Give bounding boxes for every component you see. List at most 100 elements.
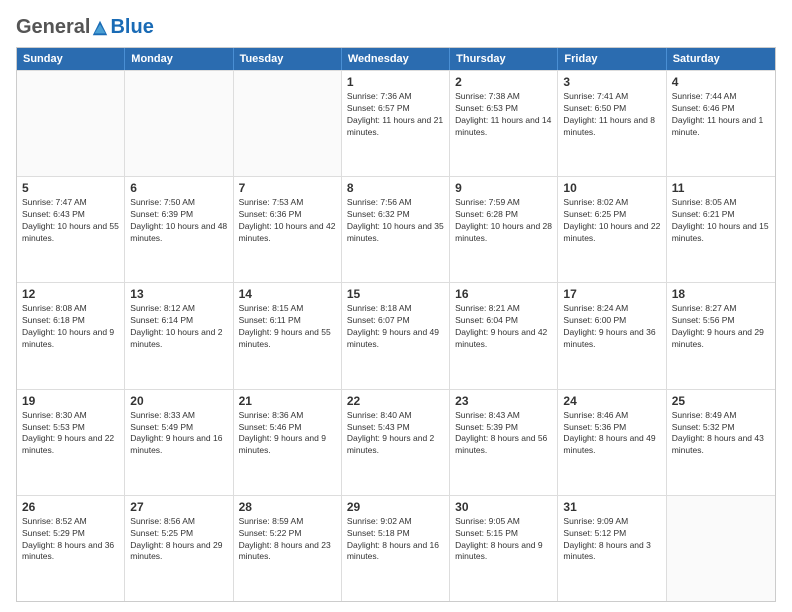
day-cell-1: 1 Sunrise: 7:36 AMSunset: 6:57 PMDaylight… [342, 71, 450, 176]
cell-info: Sunrise: 8:27 AMSunset: 5:56 PMDaylight:… [672, 303, 770, 351]
day-number: 26 [22, 500, 119, 514]
day-cell-25: 25 Sunrise: 8:49 AMSunset: 5:32 PMDayligh… [667, 390, 775, 495]
cell-info: Sunrise: 8:52 AMSunset: 5:29 PMDaylight:… [22, 516, 119, 564]
day-cell-27: 27 Sunrise: 8:56 AMSunset: 5:25 PMDayligh… [125, 496, 233, 601]
day-number: 30 [455, 500, 552, 514]
calendar-body: 1 Sunrise: 7:36 AMSunset: 6:57 PMDaylight… [17, 70, 775, 601]
weekday-header-wednesday: Wednesday [342, 48, 450, 70]
weekday-header-friday: Friday [558, 48, 666, 70]
logo: General Blue [16, 16, 154, 39]
day-cell-21: 21 Sunrise: 8:36 AMSunset: 5:46 PMDayligh… [234, 390, 342, 495]
day-cell-3: 3Sunrise: 7:41 AMSunset: 6:50 PMDaylight… [558, 71, 666, 176]
day-cell-31: 31 Sunrise: 9:09 AMSunset: 5:12 PMDayligh… [558, 496, 666, 601]
empty-cell [125, 71, 233, 176]
day-number: 12 [22, 287, 119, 301]
day-cell-16: 16Sunrise: 8:21 AMSunset: 6:04 PMDayligh… [450, 283, 558, 388]
cell-info: Sunrise: 8:30 AMSunset: 5:53 PMDaylight:… [22, 410, 119, 458]
day-cell-5: 5 Sunrise: 7:47 AMSunset: 6:43 PMDaylight… [17, 177, 125, 282]
day-cell-6: 6 Sunrise: 7:50 AMSunset: 6:39 PMDaylight… [125, 177, 233, 282]
calendar-row-2: 12 Sunrise: 8:08 AMSunset: 6:18 PMDayligh… [17, 282, 775, 388]
header: General Blue [16, 16, 776, 39]
logo-icon [91, 19, 109, 37]
day-number: 22 [347, 394, 444, 408]
day-number: 7 [239, 181, 336, 195]
calendar-row-1: 5 Sunrise: 7:47 AMSunset: 6:43 PMDaylight… [17, 176, 775, 282]
cell-info: Sunrise: 8:02 AMSunset: 6:25 PMDaylight:… [563, 197, 660, 245]
day-number: 1 [347, 75, 444, 89]
calendar: SundayMondayTuesdayWednesdayThursdayFrid… [16, 47, 776, 602]
logo-general-text: General [16, 16, 90, 39]
weekday-header-monday: Monday [125, 48, 233, 70]
day-cell-23: 23Sunrise: 8:43 AMSunset: 5:39 PMDayligh… [450, 390, 558, 495]
day-number: 6 [130, 181, 227, 195]
day-cell-24: 24 Sunrise: 8:46 AMSunset: 5:36 PMDayligh… [558, 390, 666, 495]
day-number: 21 [239, 394, 336, 408]
cell-info: Sunrise: 7:47 AMSunset: 6:43 PMDaylight:… [22, 197, 119, 245]
calendar-row-3: 19 Sunrise: 8:30 AMSunset: 5:53 PMDayligh… [17, 389, 775, 495]
day-cell-22: 22 Sunrise: 8:40 AMSunset: 5:43 PMDayligh… [342, 390, 450, 495]
day-cell-14: 14 Sunrise: 8:15 AMSunset: 6:11 PMDayligh… [234, 283, 342, 388]
day-cell-7: 7 Sunrise: 7:53 AMSunset: 6:36 PMDaylight… [234, 177, 342, 282]
day-number: 17 [563, 287, 660, 301]
day-cell-19: 19 Sunrise: 8:30 AMSunset: 5:53 PMDayligh… [17, 390, 125, 495]
day-number: 13 [130, 287, 227, 301]
day-number: 5 [22, 181, 119, 195]
cell-info: Sunrise: 8:24 AMSunset: 6:00 PMDaylight:… [563, 303, 660, 351]
cell-info: Sunrise: 8:46 AMSunset: 5:36 PMDaylight:… [563, 410, 660, 458]
day-number: 10 [563, 181, 660, 195]
day-number: 19 [22, 394, 119, 408]
day-cell-9: 9Sunrise: 7:59 AMSunset: 6:28 PMDaylight… [450, 177, 558, 282]
cell-info: Sunrise: 7:44 AMSunset: 6:46 PMDaylight:… [672, 91, 770, 139]
weekday-header-saturday: Saturday [667, 48, 775, 70]
cell-info: Sunrise: 8:05 AMSunset: 6:21 PMDaylight:… [672, 197, 770, 245]
cell-info: Sunrise: 7:41 AMSunset: 6:50 PMDaylight:… [563, 91, 660, 139]
cell-info: Sunrise: 7:59 AMSunset: 6:28 PMDaylight:… [455, 197, 552, 245]
day-number: 29 [347, 500, 444, 514]
cell-info: Sunrise: 7:36 AMSunset: 6:57 PMDaylight:… [347, 91, 444, 139]
cell-info: Sunrise: 8:18 AMSunset: 6:07 PMDaylight:… [347, 303, 444, 351]
cell-info: Sunrise: 8:59 AMSunset: 5:22 PMDaylight:… [239, 516, 336, 564]
cell-info: Sunrise: 7:38 AMSunset: 6:53 PMDaylight:… [455, 91, 552, 139]
day-number: 27 [130, 500, 227, 514]
cell-info: Sunrise: 8:56 AMSunset: 5:25 PMDaylight:… [130, 516, 227, 564]
day-cell-4: 4 Sunrise: 7:44 AMSunset: 6:46 PMDaylight… [667, 71, 775, 176]
day-number: 25 [672, 394, 770, 408]
day-cell-8: 8 Sunrise: 7:56 AMSunset: 6:32 PMDaylight… [342, 177, 450, 282]
page: General Blue SundayMondayTuesdayWednesda… [0, 0, 792, 612]
day-number: 24 [563, 394, 660, 408]
day-cell-18: 18Sunrise: 8:27 AMSunset: 5:56 PMDayligh… [667, 283, 775, 388]
cell-info: Sunrise: 7:56 AMSunset: 6:32 PMDaylight:… [347, 197, 444, 245]
weekday-header-sunday: Sunday [17, 48, 125, 70]
weekday-header-tuesday: Tuesday [234, 48, 342, 70]
cell-info: Sunrise: 9:02 AMSunset: 5:18 PMDaylight:… [347, 516, 444, 564]
day-cell-29: 29 Sunrise: 9:02 AMSunset: 5:18 PMDayligh… [342, 496, 450, 601]
day-cell-30: 30 Sunrise: 9:05 AMSunset: 5:15 PMDayligh… [450, 496, 558, 601]
cell-info: Sunrise: 8:49 AMSunset: 5:32 PMDaylight:… [672, 410, 770, 458]
cell-info: Sunrise: 8:08 AMSunset: 6:18 PMDaylight:… [22, 303, 119, 351]
cell-info: Sunrise: 8:33 AMSunset: 5:49 PMDaylight:… [130, 410, 227, 458]
day-cell-11: 11Sunrise: 8:05 AMSunset: 6:21 PMDayligh… [667, 177, 775, 282]
logo-blue-text: Blue [110, 16, 153, 39]
cell-info: Sunrise: 8:12 AMSunset: 6:14 PMDaylight:… [130, 303, 227, 351]
day-number: 20 [130, 394, 227, 408]
day-number: 31 [563, 500, 660, 514]
empty-cell [234, 71, 342, 176]
day-number: 14 [239, 287, 336, 301]
cell-info: Sunrise: 8:36 AMSunset: 5:46 PMDaylight:… [239, 410, 336, 458]
day-cell-17: 17 Sunrise: 8:24 AMSunset: 6:00 PMDayligh… [558, 283, 666, 388]
calendar-row-0: 1 Sunrise: 7:36 AMSunset: 6:57 PMDaylight… [17, 70, 775, 176]
weekday-header-thursday: Thursday [450, 48, 558, 70]
cell-info: Sunrise: 8:43 AMSunset: 5:39 PMDaylight:… [455, 410, 552, 458]
day-number: 2 [455, 75, 552, 89]
day-number: 4 [672, 75, 770, 89]
cell-info: Sunrise: 9:05 AMSunset: 5:15 PMDaylight:… [455, 516, 552, 564]
cell-info: Sunrise: 7:50 AMSunset: 6:39 PMDaylight:… [130, 197, 227, 245]
cell-info: Sunrise: 9:09 AMSunset: 5:12 PMDaylight:… [563, 516, 660, 564]
day-cell-26: 26 Sunrise: 8:52 AMSunset: 5:29 PMDayligh… [17, 496, 125, 601]
day-cell-28: 28Sunrise: 8:59 AMSunset: 5:22 PMDayligh… [234, 496, 342, 601]
day-number: 8 [347, 181, 444, 195]
cell-info: Sunrise: 8:15 AMSunset: 6:11 PMDaylight:… [239, 303, 336, 351]
day-cell-10: 10 Sunrise: 8:02 AMSunset: 6:25 PMDayligh… [558, 177, 666, 282]
cell-info: Sunrise: 8:40 AMSunset: 5:43 PMDaylight:… [347, 410, 444, 458]
cell-info: Sunrise: 7:53 AMSunset: 6:36 PMDaylight:… [239, 197, 336, 245]
